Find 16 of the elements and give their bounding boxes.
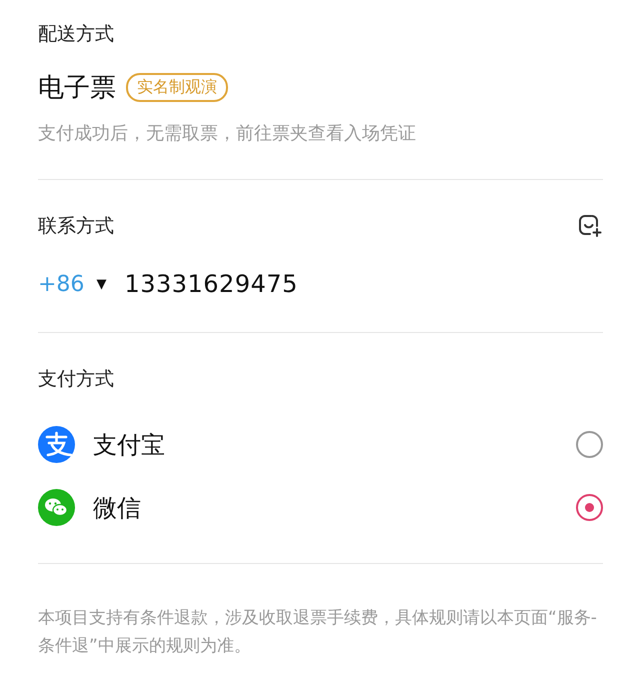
section-title: 联系方式 xyxy=(38,214,114,239)
real-name-badge: 实名制观演 xyxy=(126,73,228,102)
wechat-icon xyxy=(38,489,75,526)
delivery-note: 支付成功后，无需取票，前往票夹查看入场凭证 xyxy=(38,122,417,145)
radio-button[interactable] xyxy=(576,431,603,458)
payment-method-label[interactable]: 微信 xyxy=(93,492,576,524)
section-title: 配送方式 xyxy=(38,22,114,47)
dropdown-caret[interactable]: ▼ xyxy=(96,276,106,292)
ticket-type: 电子票 xyxy=(38,72,116,105)
payment-method-label[interactable]: 支付宝 xyxy=(93,428,576,460)
alipay-icon xyxy=(38,426,75,463)
section-title: 支付方式 xyxy=(38,367,114,392)
add-contact-icon[interactable] xyxy=(577,213,603,239)
refund-notice: 本项目支持有条件退款，涉及收取退票手续费，具体规则请以本页面“服务-条件退”中展示的规则为准。 xyxy=(38,607,598,658)
radio-button[interactable] xyxy=(576,494,603,521)
phone-number[interactable]: 13331629475 xyxy=(124,270,298,298)
